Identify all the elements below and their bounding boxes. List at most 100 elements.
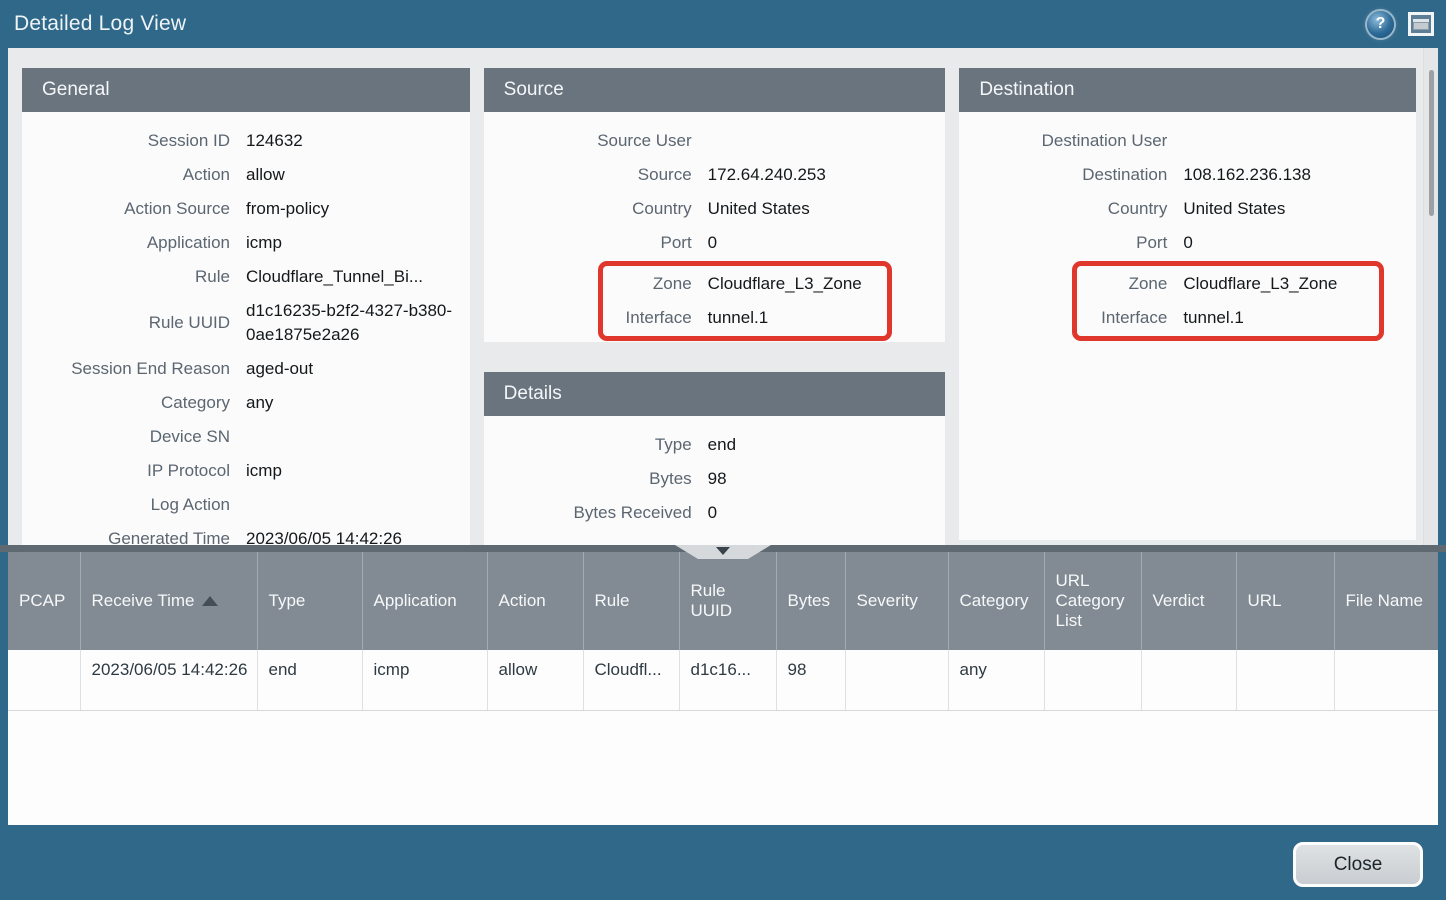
destination-row-interface: Interface tunnel.1 xyxy=(1077,301,1379,335)
source-row-country: CountryUnited States xyxy=(484,192,946,226)
cell-verdict xyxy=(1141,650,1236,710)
column-header-type[interactable]: Type xyxy=(257,552,362,650)
general-row-log-action: Log Action xyxy=(22,488,470,522)
destination-panel: Destination Destination User Destination… xyxy=(959,68,1416,540)
field-value: Cloudflare_Tunnel_Bi... xyxy=(246,260,470,294)
field-label: Type xyxy=(484,428,692,462)
cell-url-category-list xyxy=(1044,650,1141,710)
field-label: Action xyxy=(22,158,230,192)
column-header-action[interactable]: Action xyxy=(487,552,583,650)
column-header-rule-uuid[interactable]: Rule UUID xyxy=(679,552,776,650)
field-label: Country xyxy=(959,192,1167,226)
vertical-scrollbar[interactable] xyxy=(1423,48,1438,545)
destination-panel-header: Destination xyxy=(959,68,1416,112)
field-value: United States xyxy=(1183,192,1416,226)
source-panel-header: Source xyxy=(484,68,946,112)
field-label: IP Protocol xyxy=(22,454,230,488)
column-header-receive-time[interactable]: Receive Time xyxy=(80,552,257,650)
dialog-footer: Close xyxy=(0,825,1446,900)
field-value: 108.162.236.138 xyxy=(1183,158,1416,192)
field-value: 172.64.240.253 xyxy=(708,158,946,192)
general-row-rule: RuleCloudflare_Tunnel_Bi... xyxy=(22,260,470,294)
column-header-file-name[interactable]: File Name xyxy=(1334,552,1438,650)
cell-action: allow xyxy=(487,650,583,710)
field-label: Action Source xyxy=(22,192,230,226)
field-label: Source User xyxy=(484,124,692,158)
source-row-source: Source172.64.240.253 xyxy=(484,158,946,192)
field-value: from-policy xyxy=(246,192,470,226)
cell-rule-uuid: d1c16... xyxy=(679,650,776,710)
details-panel-header: Details xyxy=(484,372,946,416)
cell-type: end xyxy=(257,650,362,710)
column-header-url[interactable]: URL xyxy=(1236,552,1334,650)
source-row-source-user: Source User xyxy=(484,124,946,158)
destination-row-country: Country United States xyxy=(959,192,1416,226)
restore-window-icon[interactable] xyxy=(1408,12,1434,36)
chevron-down-icon xyxy=(716,547,730,555)
source-zone-highlight-box: ZoneCloudflare_L3_Zone Interface tunnel.1 xyxy=(598,261,893,341)
field-value: 124632 xyxy=(246,124,470,158)
field-label: Zone xyxy=(1077,267,1167,301)
log-detail-scroll-area: General Session ID124632 Actionallow Act… xyxy=(8,48,1438,545)
field-label: Interface xyxy=(1077,301,1167,335)
general-row-generated-time: Generated Time2023/06/05 14:42:26 xyxy=(22,522,470,545)
column-header-category[interactable]: Category xyxy=(948,552,1044,650)
general-row-application: Applicationicmp xyxy=(22,226,470,260)
restore-window-icon-inner xyxy=(1413,19,1429,30)
field-value: end xyxy=(708,428,946,462)
field-label: Category xyxy=(22,386,230,420)
close-button[interactable]: Close xyxy=(1293,842,1423,887)
field-value: 2023/06/05 14:42:26 xyxy=(246,522,470,545)
column-header-rule[interactable]: Rule xyxy=(583,552,679,650)
details-row-bytes-received: Bytes Received 0 xyxy=(484,496,946,530)
source-row-zone: ZoneCloudflare_L3_Zone xyxy=(603,267,888,301)
general-row-session-end-reason: Session End Reasonaged-out xyxy=(22,352,470,386)
field-label: Destination xyxy=(959,158,1167,192)
field-value: Cloudflare_L3_Zone xyxy=(1183,267,1379,301)
column-header-severity[interactable]: Severity xyxy=(845,552,948,650)
general-panel: General Session ID124632 Actionallow Act… xyxy=(22,68,470,545)
source-row-port: Port0 xyxy=(484,226,946,260)
field-value: tunnel.1 xyxy=(1183,301,1379,335)
field-value: tunnel.1 xyxy=(708,301,888,335)
column-header-application[interactable]: Application xyxy=(362,552,487,650)
field-value: 0 xyxy=(708,496,946,530)
table-row[interactable]: 2023/06/05 14:42:26 end icmp allow Cloud… xyxy=(8,650,1438,710)
column-header-verdict[interactable]: Verdict xyxy=(1141,552,1236,650)
cell-url xyxy=(1236,650,1334,710)
cell-severity xyxy=(845,650,948,710)
general-panel-header: General xyxy=(22,68,470,112)
field-label: Port xyxy=(959,226,1167,260)
field-value xyxy=(1183,124,1416,158)
dialog-title: Detailed Log View xyxy=(14,12,186,36)
destination-zone-highlight-box: Zone Cloudflare_L3_Zone Interface tunnel.1 xyxy=(1072,261,1384,341)
field-value: any xyxy=(246,386,470,420)
field-label: Rule UUID xyxy=(22,311,230,335)
source-row-interface: Interface tunnel.1 xyxy=(603,301,888,335)
field-label: Session End Reason xyxy=(22,352,230,386)
field-label: Country xyxy=(484,192,692,226)
field-value: icmp xyxy=(246,454,470,488)
destination-row-port: Port 0 xyxy=(959,226,1416,260)
cell-application: icmp xyxy=(362,650,487,710)
field-label: Interface xyxy=(603,301,692,335)
field-value: 0 xyxy=(1183,226,1416,260)
field-label: Destination User xyxy=(959,124,1167,158)
field-value xyxy=(246,420,470,454)
source-panel: Source Source User Source172.64.240.253 … xyxy=(484,68,946,342)
help-icon[interactable]: ? xyxy=(1367,11,1394,38)
field-label: Port xyxy=(484,226,692,260)
column-header-bytes[interactable]: Bytes xyxy=(776,552,845,650)
cell-pcap xyxy=(8,650,80,710)
field-label: Bytes Received xyxy=(484,496,692,530)
column-header-url-category-list[interactable]: URL Category List xyxy=(1044,552,1141,650)
field-label: Application xyxy=(22,226,230,260)
field-value xyxy=(246,488,470,522)
field-value: Cloudflare_L3_Zone xyxy=(708,267,888,301)
general-row-category: Category any xyxy=(22,386,470,420)
general-row-ip-protocol: IP Protocol icmp xyxy=(22,454,470,488)
column-header-pcap[interactable]: PCAP xyxy=(8,552,80,650)
field-value: d1c16235-b2f2-4327-b380-0ae1875e2a26 xyxy=(246,299,470,347)
vertical-scrollbar-thumb[interactable] xyxy=(1429,70,1434,216)
general-row-session-id: Session ID124632 xyxy=(22,124,470,158)
